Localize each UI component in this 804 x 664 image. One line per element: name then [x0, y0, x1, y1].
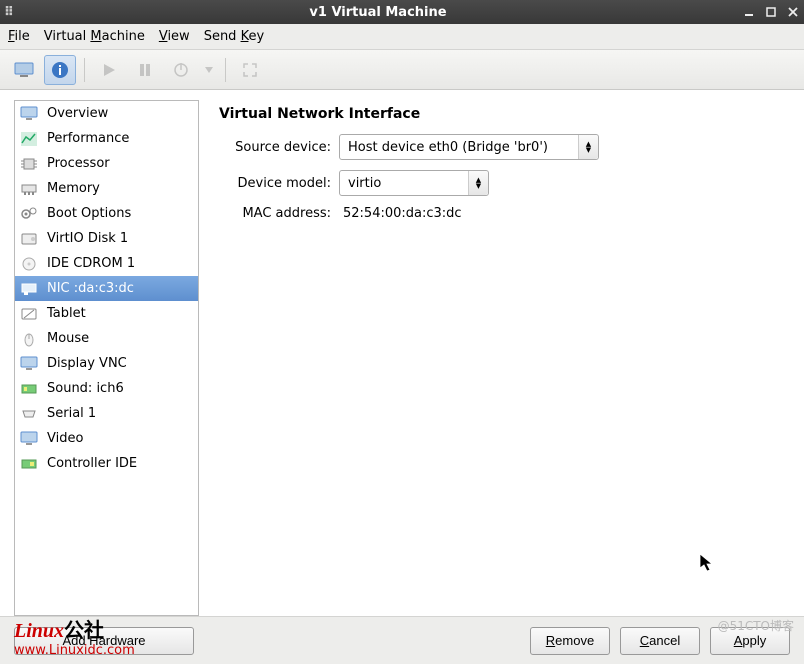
- video-icon: [19, 430, 39, 448]
- sidebar-item-overview[interactable]: Overview: [15, 101, 198, 126]
- row-source-device: Source device: Host device eth0 (Bridge …: [219, 134, 784, 160]
- gear-icon: [19, 205, 39, 223]
- mouse-icon: [19, 330, 39, 348]
- menubar: File Virtual Machine View Send Key: [0, 24, 804, 50]
- sidebar-item-nic[interactable]: NIC :da:c3:dc: [15, 276, 198, 301]
- tablet-icon: [19, 305, 39, 323]
- fullscreen-button[interactable]: [234, 55, 266, 85]
- device-model-label: Device model:: [219, 176, 339, 191]
- remove-button[interactable]: Remove: [530, 627, 610, 655]
- mac-address-label: MAC address:: [219, 206, 339, 221]
- titlebar: ⠿ v1 Virtual Machine: [0, 0, 804, 24]
- sidebar-item-display[interactable]: Display VNC: [15, 351, 198, 376]
- sidebar-item-boot-options[interactable]: Boot Options: [15, 201, 198, 226]
- row-mac-address: MAC address: 52:54:00:da:c3:dc: [219, 206, 784, 221]
- display-icon: [19, 355, 39, 373]
- sidebar-item-label: Controller IDE: [47, 456, 137, 471]
- sidebar-item-video[interactable]: Video: [15, 426, 198, 451]
- add-hardware-button[interactable]: Add Hardware: [14, 627, 194, 655]
- sidebar-item-memory[interactable]: Memory: [15, 176, 198, 201]
- sidebar-item-tablet[interactable]: Tablet: [15, 301, 198, 326]
- content-area: Overview Performance Processor Memory Bo…: [0, 90, 804, 616]
- device-model-value: virtio: [340, 176, 389, 191]
- sidebar-item-label: Boot Options: [47, 206, 131, 221]
- sidebar-item-processor[interactable]: Processor: [15, 151, 198, 176]
- menu-view[interactable]: View: [159, 29, 190, 44]
- sidebar-item-mouse[interactable]: Mouse: [15, 326, 198, 351]
- menu-file[interactable]: File: [8, 29, 30, 44]
- run-button[interactable]: [93, 55, 125, 85]
- console-view-button[interactable]: [8, 55, 40, 85]
- disk-icon: [19, 230, 39, 248]
- toolbar-separator: [225, 58, 226, 82]
- power-menu-dropdown[interactable]: [201, 55, 217, 85]
- minimize-button[interactable]: [738, 2, 760, 22]
- serial-icon: [19, 405, 39, 423]
- mac-address-value: 52:54:00:da:c3:dc: [339, 206, 466, 221]
- details-view-button[interactable]: [44, 55, 76, 85]
- sidebar-item-disk[interactable]: VirtIO Disk 1: [15, 226, 198, 251]
- sidebar-item-cdrom[interactable]: IDE CDROM 1: [15, 251, 198, 276]
- sidebar-item-label: Processor: [47, 156, 110, 171]
- device-model-combo[interactable]: virtio ▲▼: [339, 170, 489, 196]
- close-button[interactable]: [782, 2, 804, 22]
- source-device-value: Host device eth0 (Bridge 'br0'): [340, 140, 556, 155]
- sidebar-item-label: Sound: ich6: [47, 381, 124, 396]
- cancel-button[interactable]: Cancel: [620, 627, 700, 655]
- sidebar-item-label: IDE CDROM 1: [47, 256, 135, 271]
- menu-virtual-machine[interactable]: Virtual Machine: [44, 29, 145, 44]
- power-button[interactable]: [165, 55, 197, 85]
- hardware-sidebar[interactable]: Overview Performance Processor Memory Bo…: [14, 100, 199, 616]
- sidebar-item-controller[interactable]: Controller IDE: [15, 451, 198, 476]
- cpu-icon: [19, 155, 39, 173]
- sidebar-item-label: Tablet: [47, 306, 86, 321]
- toolbar-separator: [84, 58, 85, 82]
- maximize-button[interactable]: [760, 2, 782, 22]
- apply-button[interactable]: Apply: [710, 627, 790, 655]
- cdrom-icon: [19, 255, 39, 273]
- monitor-icon: [19, 105, 39, 123]
- sidebar-item-label: NIC :da:c3:dc: [47, 281, 134, 296]
- sidebar-item-label: Overview: [47, 106, 108, 121]
- toolbar: [0, 50, 804, 90]
- sidebar-item-label: VirtIO Disk 1: [47, 231, 128, 246]
- chart-icon: [19, 130, 39, 148]
- sidebar-item-label: Performance: [47, 131, 129, 146]
- menu-send-key[interactable]: Send Key: [204, 29, 264, 44]
- controller-icon: [19, 455, 39, 473]
- details-panel: Virtual Network Interface Source device:…: [199, 90, 804, 616]
- sidebar-item-sound[interactable]: Sound: ich6: [15, 376, 198, 401]
- sidebar-item-serial[interactable]: Serial 1: [15, 401, 198, 426]
- sidebar-item-performance[interactable]: Performance: [15, 126, 198, 151]
- memory-icon: [19, 180, 39, 198]
- sidebar-item-label: Mouse: [47, 331, 89, 346]
- footer-bar: Add Hardware Remove Cancel Apply: [0, 616, 804, 664]
- chevron-updown-icon: ▲▼: [578, 135, 598, 159]
- sidebar-item-label: Display VNC: [47, 356, 127, 371]
- source-device-combo[interactable]: Host device eth0 (Bridge 'br0') ▲▼: [339, 134, 599, 160]
- source-device-label: Source device:: [219, 140, 339, 155]
- panel-heading: Virtual Network Interface: [219, 106, 784, 122]
- nic-icon: [19, 280, 39, 298]
- row-device-model: Device model: virtio ▲▼: [219, 170, 784, 196]
- window-grip-icon: ⠿: [0, 5, 18, 20]
- sound-icon: [19, 380, 39, 398]
- pause-button[interactable]: [129, 55, 161, 85]
- chevron-updown-icon: ▲▼: [468, 171, 488, 195]
- sidebar-item-label: Serial 1: [47, 406, 96, 421]
- sidebar-item-label: Video: [47, 431, 83, 446]
- sidebar-item-label: Memory: [47, 181, 100, 196]
- window-title: v1 Virtual Machine: [18, 5, 738, 20]
